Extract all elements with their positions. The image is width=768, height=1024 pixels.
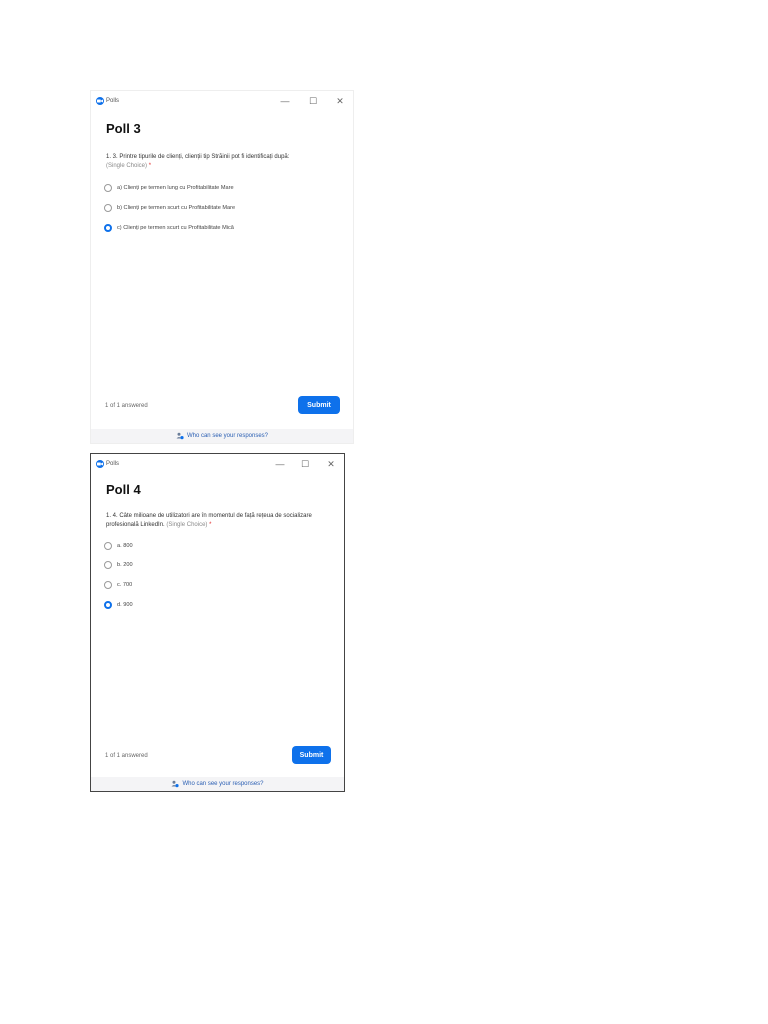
title-bar[interactable]: Polls — ☐ ✕ (91, 454, 344, 474)
option-label: c) Clienți pe termen scurt cu Profitabil… (117, 225, 234, 231)
maximize-button[interactable]: ☐ (298, 457, 312, 471)
radio-button[interactable] (104, 542, 112, 550)
radio-button[interactable] (104, 581, 112, 589)
option-c[interactable]: c. 700 (104, 579, 132, 591)
option-label: a. 800 (117, 543, 133, 549)
radio-button-selected[interactable] (104, 601, 112, 609)
footer: Who can see your responses? (91, 777, 344, 791)
option-b[interactable]: b) Clienți pe termen scurt cu Profitabil… (104, 202, 235, 214)
question-type: (Single Choice) (166, 522, 208, 528)
zoom-logo-icon (96, 460, 104, 468)
minimize-button[interactable]: — (273, 457, 287, 471)
option-label: a) Clienți pe termen lung cu Profitabili… (117, 185, 234, 191)
option-b[interactable]: b. 200 (104, 559, 133, 571)
people-icon (171, 780, 180, 788)
option-a[interactable]: a) Clienți pe termen lung cu Profitabili… (104, 182, 234, 194)
submit-button[interactable]: Submit (292, 746, 331, 764)
radio-button-selected[interactable] (104, 224, 112, 232)
required-mark: * (209, 522, 212, 528)
maximize-button[interactable]: ☐ (306, 94, 320, 108)
question-body: 1. 3. Printre tipurile de clienți, clien… (106, 154, 290, 160)
answered-count: 1 of 1 answered (105, 403, 148, 409)
app-name: Polls (106, 98, 120, 104)
option-label: c. 700 (117, 582, 133, 588)
poll-window-2: Polls — ☐ ✕ Poll 4 1. 4. Câte milioane d… (90, 453, 345, 792)
footer: Who can see your responses? (91, 429, 353, 443)
question-text: 1. 4. Câte milioane de utilizatori are î… (106, 512, 321, 530)
minimize-button[interactable]: — (278, 94, 292, 108)
radio-button[interactable] (104, 184, 112, 192)
radio-button[interactable] (104, 561, 112, 569)
option-label: b. 200 (117, 562, 133, 568)
option-label: b) Clienți pe termen scurt cu Profitabil… (117, 205, 236, 211)
who-can-see-link[interactable]: Who can see your responses? (176, 432, 268, 440)
title-bar[interactable]: Polls — ☐ ✕ (91, 91, 353, 111)
option-a[interactable]: a. 800 (104, 540, 133, 552)
zoom-logo-icon (96, 97, 104, 105)
radio-button[interactable] (104, 204, 112, 212)
close-button[interactable]: ✕ (324, 457, 338, 471)
answered-count: 1 of 1 answered (105, 753, 148, 759)
who-can-see-link[interactable]: Who can see your responses? (171, 780, 264, 788)
footer-link-label: Who can see your responses? (182, 781, 264, 787)
people-icon (176, 432, 184, 440)
poll-window-1: Polls — ☐ ✕ Poll 3 1. 3. Printre tipuril… (90, 90, 354, 444)
option-label: d. 900 (117, 602, 133, 608)
close-button[interactable]: ✕ (333, 94, 347, 108)
question-type: (Single Choice) (106, 163, 148, 169)
option-d[interactable]: d. 900 (104, 599, 133, 611)
submit-button[interactable]: Submit (298, 396, 340, 414)
question-text: 1. 3. Printre tipurile de clienți, clien… (106, 153, 346, 171)
poll-title: Poll 4 (106, 482, 141, 497)
option-c[interactable]: c) Clienți pe termen scurt cu Profitabil… (104, 222, 234, 234)
poll-title: Poll 3 (106, 121, 141, 136)
app-name: Polls (106, 461, 120, 467)
footer-link-label: Who can see your responses? (186, 433, 269, 439)
required-mark: * (148, 163, 152, 169)
